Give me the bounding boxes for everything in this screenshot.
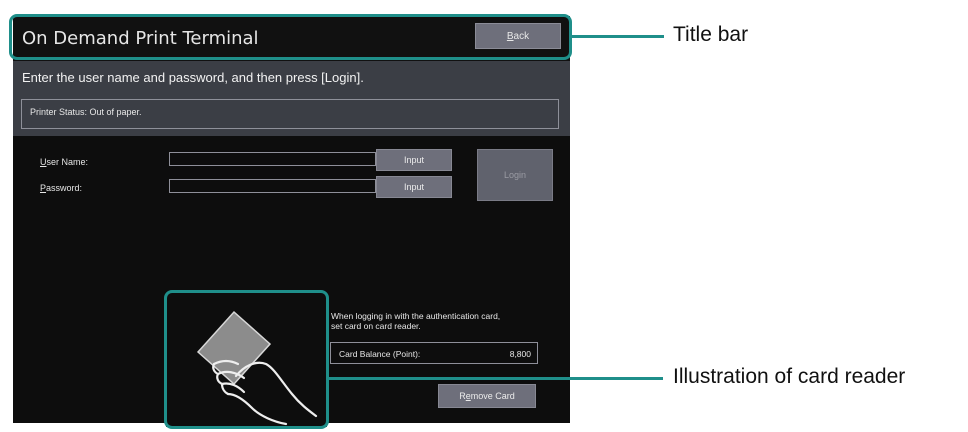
printer-status-text: Printer Status: Out of paper. [30, 107, 142, 117]
printer-status-box: Printer Status: Out of paper. [21, 99, 559, 129]
title-bar-callout: Title bar [673, 23, 749, 46]
password-field[interactable] [169, 179, 376, 193]
password-input-button[interactable]: Input [376, 176, 452, 198]
user-name-label: User Name: [40, 157, 88, 167]
card-message-line1: When logging in with the authentication … [331, 311, 501, 321]
remove-label-rest: move Card [470, 391, 515, 401]
card-reader-callout: Illustration of card reader [673, 365, 906, 388]
user-name-input-button[interactable]: Input [376, 149, 452, 171]
card-message-line2: set card on card reader. [331, 321, 421, 331]
user-name-label-rest: ser Name: [46, 157, 89, 167]
password-label-rest: assword: [46, 183, 83, 193]
title-bar-highlight [9, 14, 572, 60]
password-label: Password: [40, 183, 82, 193]
card-balance-box: Card Balance (Point): 8,800 [330, 342, 538, 364]
card-reader-highlight [164, 290, 329, 429]
message-area: Enter the user name and password, and th… [13, 61, 570, 136]
login-button[interactable]: Login [477, 149, 553, 201]
card-reader-callout-line [329, 377, 663, 380]
user-name-field[interactable] [169, 152, 376, 166]
card-instruction-text: When logging in with the authentication … [331, 311, 521, 331]
remove-card-button[interactable]: Re move Card [438, 384, 536, 408]
card-balance-label: Card Balance (Point): [339, 349, 421, 359]
card-balance-value: 8,800 [509, 349, 531, 359]
instruction-text: Enter the user name and password, and th… [22, 70, 364, 85]
title-bar-callout-line [572, 35, 664, 38]
